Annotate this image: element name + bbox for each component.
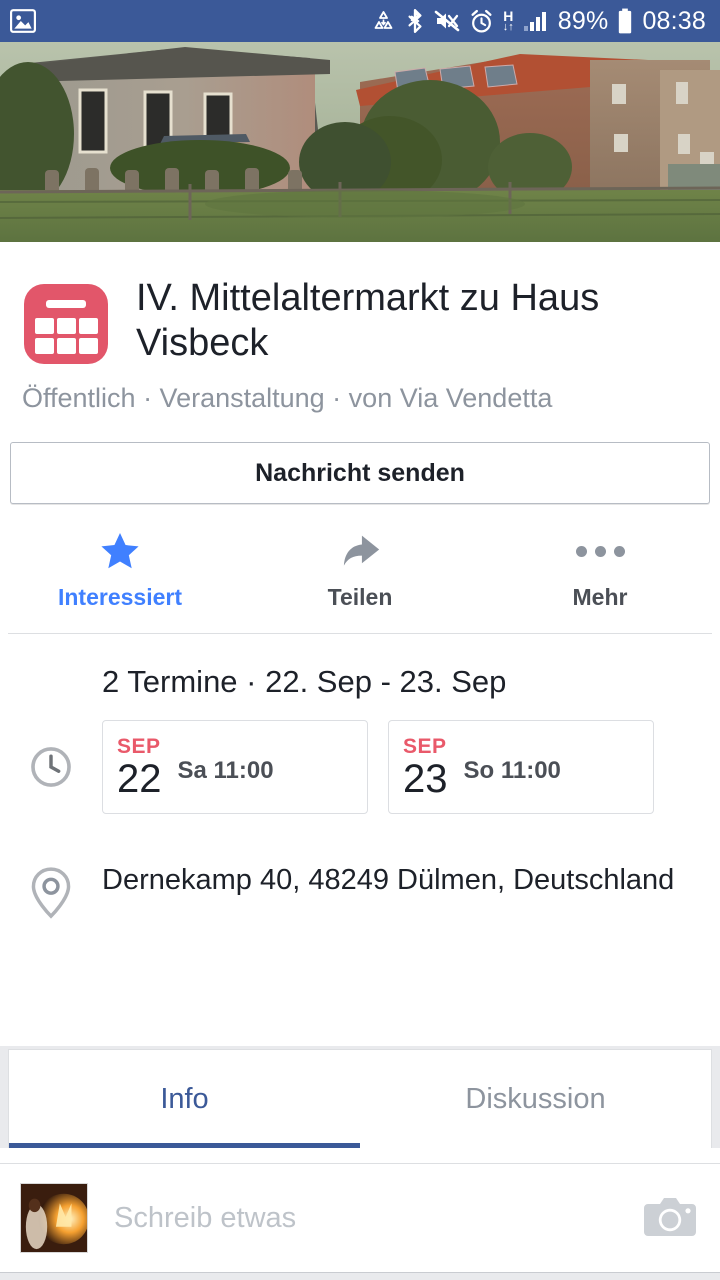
- date-card-date: SEP 23: [403, 736, 448, 799]
- date-card-time: So 11:00: [463, 757, 561, 785]
- dates-section: 2 Termine · 22. Sep - 23. Sep SEP 22 Sa …: [0, 634, 720, 815]
- dates-heading: 2 Termine · 22. Sep - 23. Sep: [102, 664, 507, 700]
- tabs-container: Info Diskussion: [0, 1046, 720, 1148]
- tab-diskussion[interactable]: Diskussion: [360, 1050, 711, 1148]
- more-label: Mehr: [572, 584, 628, 611]
- share-button[interactable]: Teilen: [240, 528, 480, 611]
- event-subtitle: Öffentlich · Veranstaltung · von Via Ven…: [22, 383, 553, 413]
- battery-icon: [617, 8, 633, 35]
- date-card[interactable]: SEP 23 So 11:00: [388, 720, 654, 815]
- status-bar-right: H ↓↑ 89% 08:38: [371, 7, 706, 36]
- event-cover-photo[interactable]: [0, 42, 720, 242]
- share-label: Teilen: [327, 584, 393, 611]
- more-button[interactable]: Mehr: [480, 528, 720, 611]
- avatar-image: [21, 1184, 87, 1252]
- status-bar: H ↓↑ 89% 08:38: [0, 0, 720, 42]
- page-title: IV. Mittelaltermarkt zu Haus Visbeck: [136, 277, 600, 364]
- tab-active-underline: [9, 1143, 360, 1148]
- composer-input[interactable]: Schreib etwas: [114, 1202, 644, 1235]
- date-card[interactable]: SEP 22 Sa 11:00: [102, 720, 368, 815]
- date-card-time: Sa 11:00: [177, 757, 274, 785]
- composer-bar: Schreib etwas: [0, 1163, 720, 1273]
- dates-row: SEP 22 Sa 11:00 SEP 23 So 11:00: [0, 700, 720, 815]
- bottom-strip: [0, 1273, 720, 1280]
- signal-bars-icon: [523, 9, 549, 33]
- date-card-day: 23: [403, 756, 448, 801]
- status-bar-left: [10, 9, 36, 33]
- dots-group: [575, 545, 625, 557]
- tabs: Info Diskussion: [8, 1049, 712, 1148]
- action-row: Interessiert Teilen Mehr: [0, 504, 720, 633]
- date-card-month: SEP: [117, 734, 161, 758]
- send-message-button[interactable]: Nachricht senden: [10, 442, 710, 505]
- calendar-event-icon: [22, 280, 110, 368]
- map-pin-icon: [0, 860, 102, 920]
- dot: [575, 545, 587, 557]
- date-cards: SEP 22 Sa 11:00 SEP 23 So 11:00: [102, 720, 654, 815]
- date-card-day: 22: [117, 756, 162, 801]
- photo-notification-icon: [10, 9, 36, 33]
- clock-icon: [0, 744, 102, 790]
- more-dots-icon: [575, 528, 625, 574]
- user-avatar[interactable]: [20, 1183, 88, 1253]
- event-page-screen: H ↓↑ 89% 08:38 IV. Mittelaltermarkt zu H…: [0, 0, 720, 1280]
- clock-time-label: 08:38: [642, 6, 706, 35]
- location-row[interactable]: Dernekamp 40, 48249 Dülmen, Deutschland: [0, 814, 720, 920]
- share-arrow-icon: [337, 528, 383, 574]
- date-card-date: SEP 22: [117, 736, 162, 799]
- camera-icon[interactable]: [644, 1194, 696, 1243]
- event-header: IV. Mittelaltermarkt zu Haus Visbeck: [0, 242, 720, 368]
- dot: [613, 545, 625, 557]
- interested-button[interactable]: Interessiert: [0, 528, 240, 611]
- network-type-indicator: H ↓↑: [503, 9, 514, 33]
- date-card-month: SEP: [403, 734, 447, 758]
- bluetooth-icon: [405, 8, 425, 34]
- data-saver-icon: [371, 9, 396, 33]
- star-icon: [97, 528, 143, 574]
- network-arrows: ↓↑: [502, 21, 514, 33]
- event-title-wrap: IV. Mittelaltermarkt zu Haus Visbeck: [136, 276, 698, 366]
- location-address: Dernekamp 40, 48249 Dülmen, Deutschland: [102, 864, 675, 897]
- cover-illustration: [0, 42, 720, 242]
- dot: [594, 545, 606, 557]
- battery-percent-label: 89%: [557, 6, 609, 35]
- speaker-muted-icon: [434, 9, 460, 33]
- primary-action-wrap: Nachricht senden: [0, 414, 720, 505]
- tab-info[interactable]: Info: [9, 1050, 360, 1148]
- alarm-clock-icon: [469, 9, 494, 34]
- interested-label: Interessiert: [57, 584, 182, 611]
